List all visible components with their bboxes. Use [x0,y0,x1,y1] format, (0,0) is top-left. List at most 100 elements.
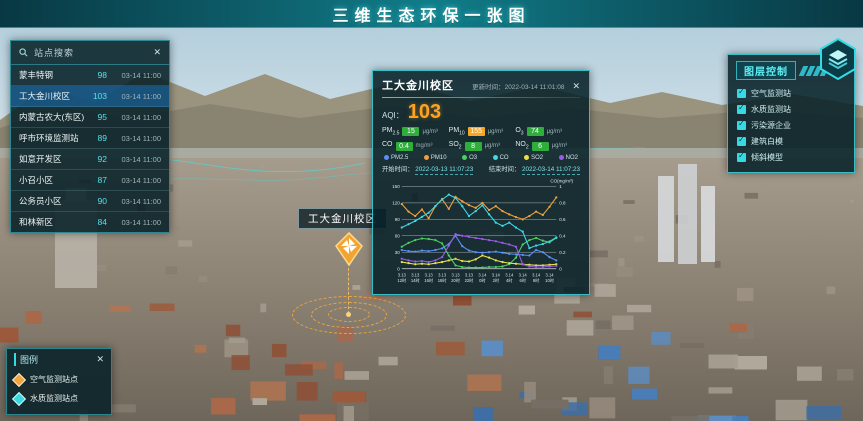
svg-text:120: 120 [392,200,400,205]
legend-item-o3[interactable]: O3 [462,155,477,161]
aqi-label: AQI： [382,110,404,121]
svg-text:3.13: 3.13 [398,272,407,277]
station-aqi: 89 [85,133,107,143]
app-window: 三维生态环保一张图 站点搜索 ✕ 蒙丰特钢 98 03-14 11:00 工大金… [0,0,863,421]
close-icon[interactable]: ✕ [153,48,161,57]
svg-text:0.2: 0.2 [559,250,566,255]
legend-item-so2[interactable]: SO2 [524,155,543,161]
layer-panel-title: 图层控制 [736,61,796,80]
pollutant-o3: O3 74 μg/m³ [515,127,580,136]
close-icon[interactable]: ✕ [572,82,580,91]
pollutant-value-badge: 155 [468,127,485,136]
close-icon[interactable]: ✕ [96,355,104,364]
station-row[interactable]: 呼市环境监测站 89 03-14 11:00 [11,128,169,149]
svg-text:16时: 16时 [424,277,433,283]
legend-item-pm25[interactable]: PM2.5 [384,155,408,161]
start-time-field: 开始时间： 2022-03-13 11:07:23 [382,164,473,173]
station-name: 如意开发区 [19,153,85,165]
station-name: 小召小区 [19,174,85,186]
svg-text:3.13: 3.13 [465,272,474,277]
station-name: 工大金川校区 [19,90,85,102]
station-name: 内蒙古农大(东区) [19,111,85,123]
end-time-field: 结束时间： 2022-03-14 11:07:23 [489,164,580,173]
svg-text:2时: 2时 [493,277,499,283]
station-map-pin-icon[interactable] [333,232,365,268]
legend-item-air-station[interactable]: 空气监测站点 [14,370,104,389]
station-row-selected[interactable]: 工大金川校区 103 03-14 11:00 [11,86,169,107]
station-name: 和林新区 [19,216,85,228]
layer-item-pollution-sources[interactable]: 污染源企业 [736,117,846,133]
station-search-bar[interactable]: 站点搜索 ✕ [11,41,169,65]
air-station-marker-icon [12,372,26,386]
divider [382,97,580,98]
svg-text:14时: 14时 [411,277,420,283]
checkbox-checked-icon[interactable] [737,105,746,114]
pollutant-co: CO 0.4 mg/m³ [382,141,447,150]
pollutant-unit: μg/m³ [488,129,503,135]
pollutant-grid: PM2.5 15 μg/m³ PM10 155 μg/m³ O3 74 μg/m… [382,127,580,151]
air-quality-trend-chart: 030609012015000.20.40.60.81CO(mg/m³)3.13… [382,176,582,288]
station-row[interactable]: 内蒙古农大(东区) 95 03-14 11:00 [11,107,169,128]
station-aqi: 87 [85,175,107,185]
station-time: 03-14 11:00 [113,113,161,122]
station-row[interactable]: 蒙丰特钢 98 03-14 11:00 [11,65,169,86]
selection-center-dot [346,312,351,317]
station-time: 03-14 11:00 [113,134,161,143]
layer-item-water-stations[interactable]: 水质监测站 [736,101,846,117]
pollutant-unit: μg/m³ [547,129,562,135]
svg-text:6时: 6时 [519,277,525,283]
svg-text:20时: 20时 [451,277,460,283]
svg-text:0.4: 0.4 [559,233,566,238]
svg-text:3.13: 3.13 [438,272,447,277]
station-time: 03-14 11:00 [113,155,161,164]
layer-item-label: 空气监测站 [751,88,791,99]
svg-text:10时: 10时 [545,277,554,283]
checkbox-checked-icon[interactable] [737,121,746,130]
svg-text:3.13: 3.13 [411,272,420,277]
aqi-value: 103 [408,101,441,124]
end-time-input[interactable]: 2022-03-14 11:07:23 [522,166,580,175]
layers-hexagon-button[interactable] [819,38,857,80]
checkbox-checked-icon[interactable] [737,89,746,98]
station-row[interactable]: 小召小区 87 03-14 11:00 [11,170,169,191]
pollutant-unit: μg/m³ [422,129,437,135]
station-detail-popup: 工大金川校区 更新时间：2022-03-14 11:01:08 ✕ AQI： 1… [372,70,590,295]
station-row[interactable]: 公务员小区 90 03-14 11:00 [11,191,169,212]
svg-text:3.13: 3.13 [425,272,434,277]
svg-text:3.13: 3.13 [451,272,460,277]
checkbox-checked-icon[interactable] [737,153,746,162]
search-icon [19,48,28,57]
svg-text:0时: 0时 [479,277,485,283]
legend-item-label: 空气监测站点 [30,374,78,385]
pollutant-value-badge: 74 [527,127,544,136]
legend-item-no2[interactable]: NO2 [559,155,578,161]
station-time: 03-14 11:00 [113,92,161,101]
svg-text:90: 90 [395,217,401,222]
svg-text:0.8: 0.8 [559,200,566,205]
end-time-label: 结束时间： [489,166,520,173]
legend-item-water-station[interactable]: 水质监测站点 [14,389,104,408]
layer-item-air-stations[interactable]: 空气监测站 [736,85,846,101]
start-time-input[interactable]: 2022-03-13 11:07:23 [415,166,473,175]
svg-text:3.14: 3.14 [478,272,487,277]
svg-text:150: 150 [392,184,400,189]
search-input[interactable]: 站点搜索 [34,46,147,59]
pollutant-so2: SO2 8 μg/m³ [449,141,514,150]
station-row[interactable]: 和林新区 84 03-14 11:00 [11,212,169,232]
svg-text:18时: 18时 [438,277,447,283]
pollutant-no2: NO2 6 μg/m³ [515,141,580,150]
map-legend-panel: 图例 ✕ 空气监测站点 水质监测站点 [6,348,112,415]
layer-item-oblique-model[interactable]: 倾斜模型 [736,149,846,165]
legend-item-pm10[interactable]: PM10 [424,155,447,161]
legend-item-co[interactable]: CO [493,155,509,161]
svg-text:3.14: 3.14 [505,272,514,277]
svg-text:12时: 12时 [397,277,406,283]
checkbox-checked-icon[interactable] [737,137,746,146]
pollutant-pm25: PM2.5 15 μg/m³ [382,127,447,136]
svg-text:8时: 8时 [533,277,539,283]
station-aqi: 84 [85,217,107,227]
update-time: 更新时间：2022-03-14 11:01:08 [462,81,564,91]
layer-item-building-model[interactable]: 建筑白模 [736,133,846,149]
station-row[interactable]: 如意开发区 92 03-14 11:00 [11,149,169,170]
svg-text:0.6: 0.6 [559,217,566,222]
